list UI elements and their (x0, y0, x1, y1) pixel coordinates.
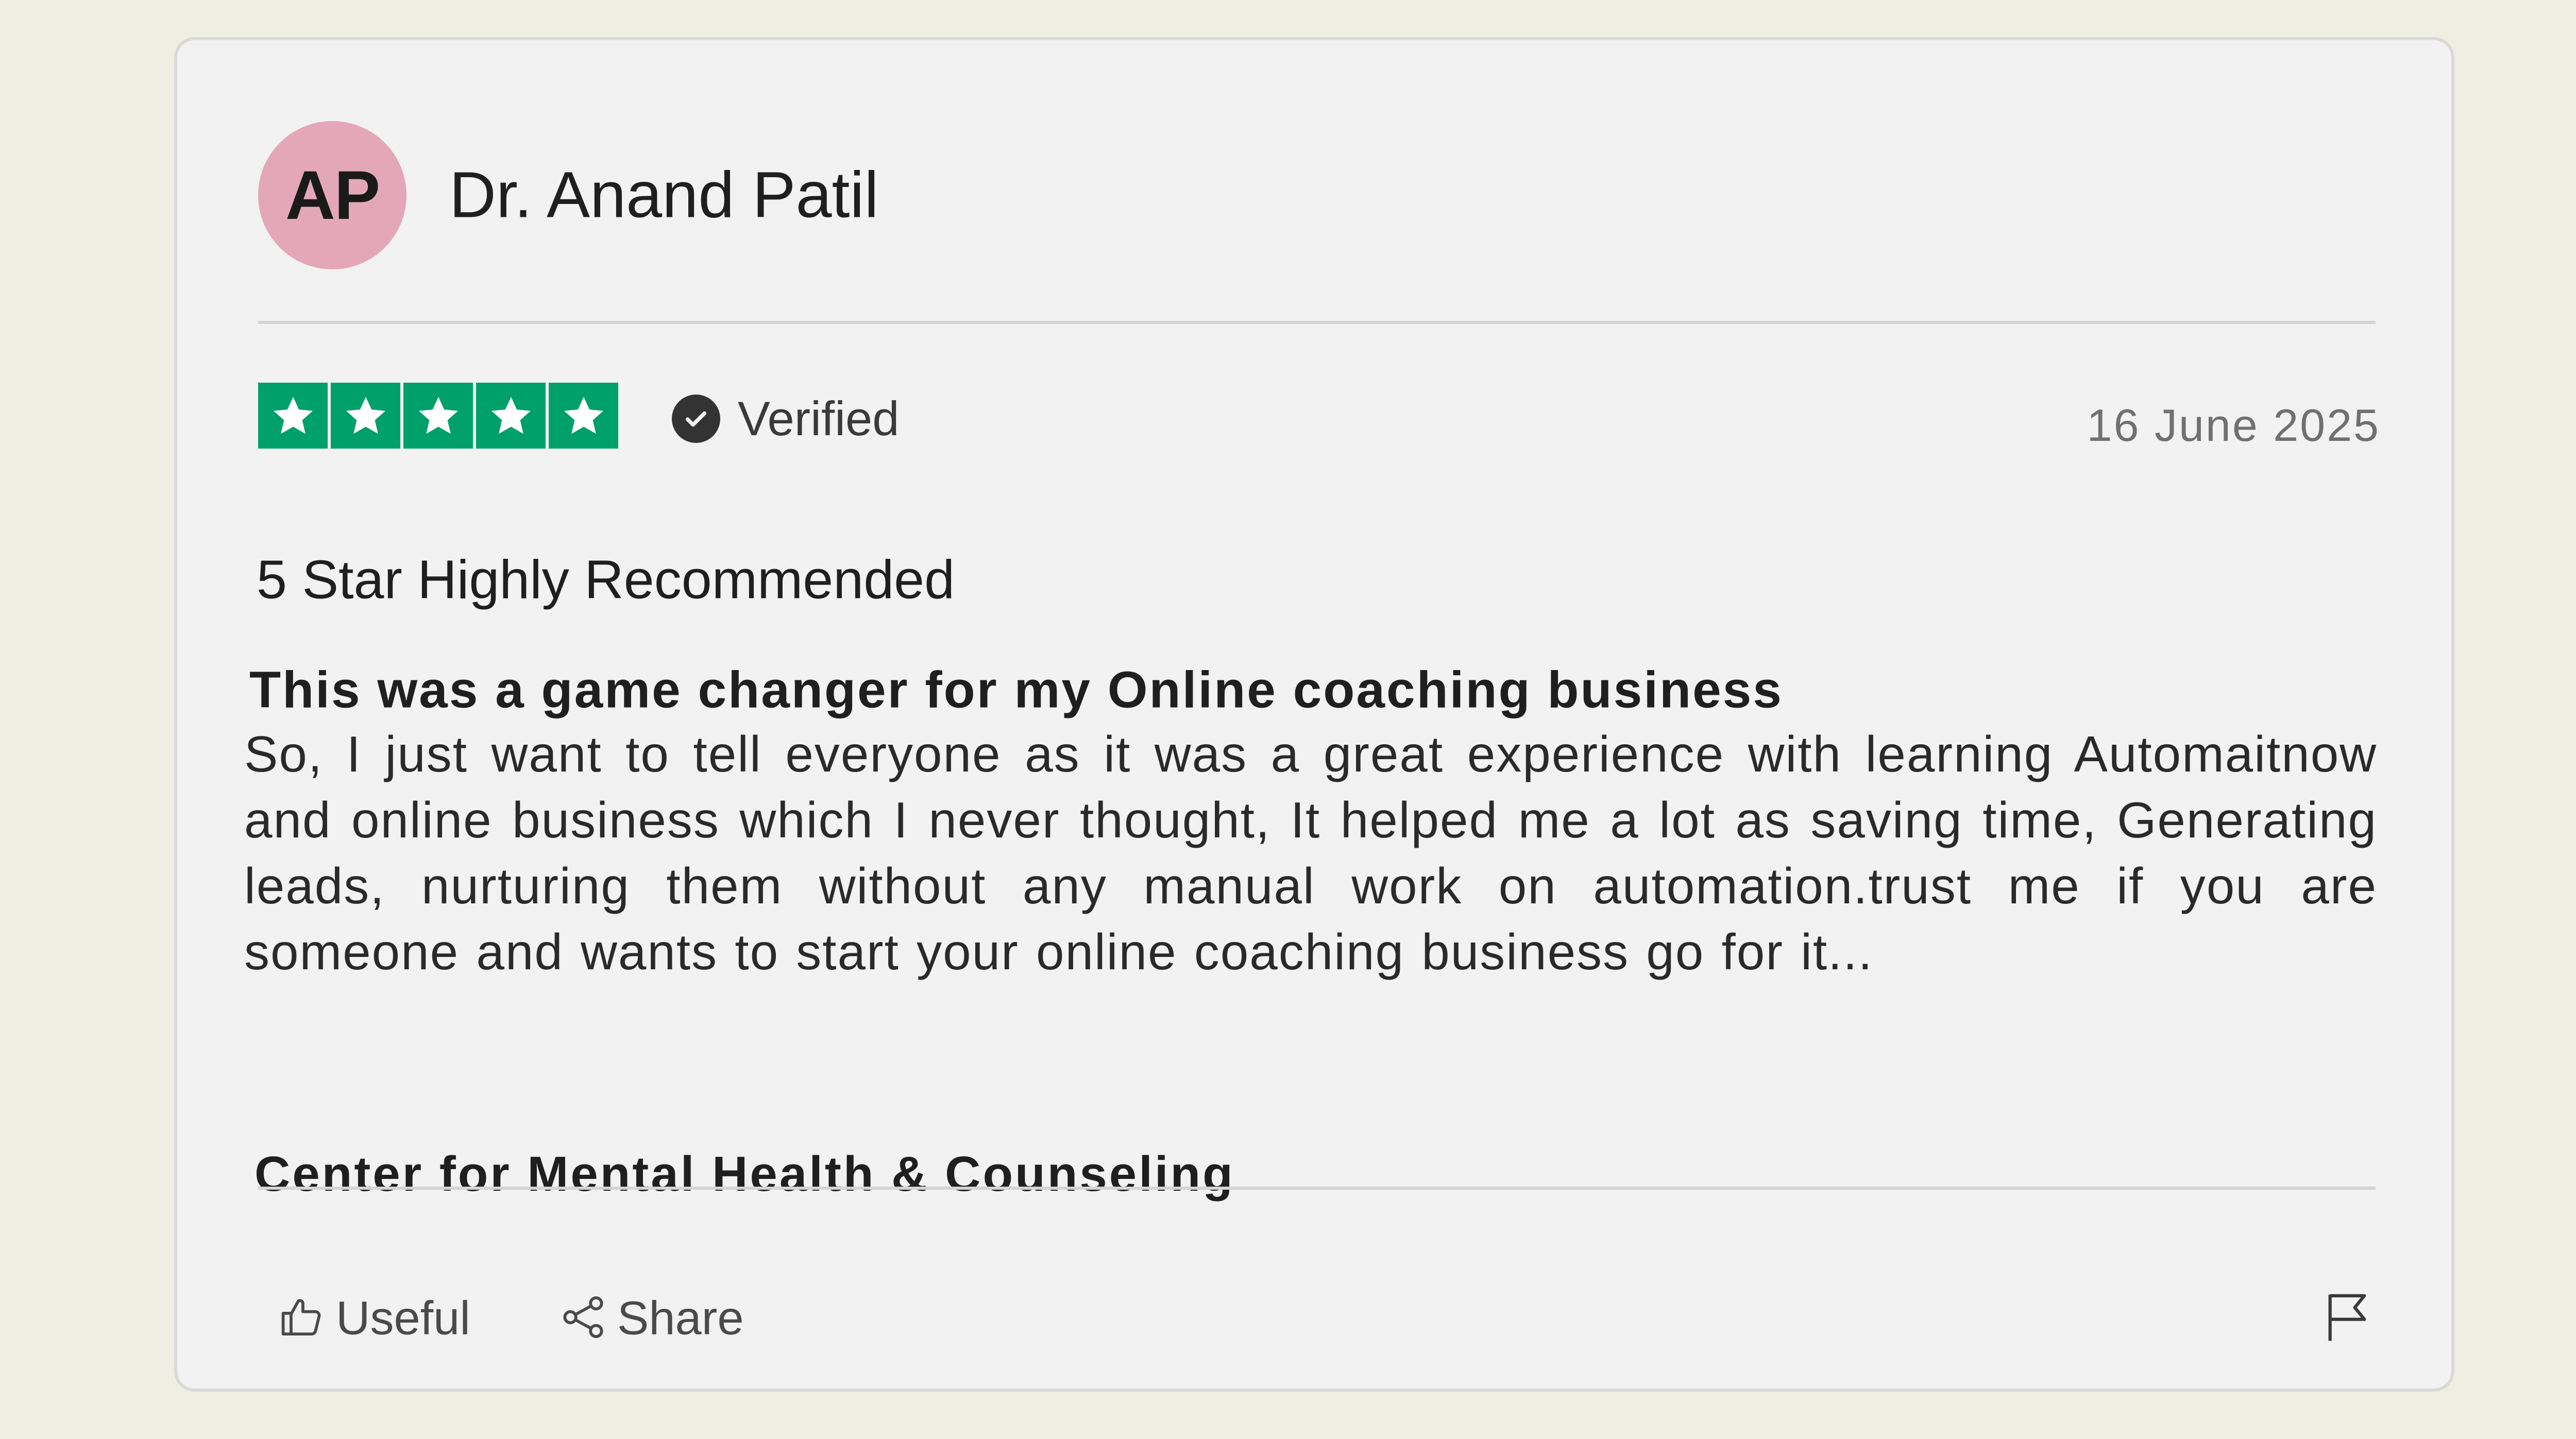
useful-label: Useful (336, 1292, 470, 1345)
share-icon (560, 1294, 607, 1344)
header-divider (258, 321, 2376, 324)
star-icon (476, 383, 546, 449)
verified-label: Verified (738, 391, 900, 446)
avatar: AP (258, 121, 406, 269)
star-icon (258, 383, 328, 449)
share-button[interactable]: Share (560, 1292, 744, 1346)
review-date: 16 June 2025 (2087, 400, 2380, 451)
organization-name: Center for Mental Health & Counseling (255, 1146, 1235, 1202)
share-label: Share (617, 1292, 744, 1345)
review-title: This was a game changer for my Online co… (249, 661, 1783, 719)
star-icon (331, 383, 400, 449)
verified-badge: Verified (672, 391, 900, 447)
check-circle-icon (672, 395, 720, 443)
star-icon (403, 383, 473, 449)
avatar-initials: AP (285, 157, 380, 234)
review-headline: 5 Star Highly Recommended (257, 549, 955, 610)
star-icon (549, 383, 618, 449)
review-body: So, I just want to tell everyone as it w… (244, 726, 2377, 980)
thumbs-up-icon (278, 1294, 326, 1344)
star-rating (258, 383, 618, 449)
footer-divider (258, 1187, 2376, 1190)
useful-button[interactable]: Useful (278, 1292, 470, 1346)
reviewer-name[interactable]: Dr. Anand Patil (449, 158, 879, 232)
review-card: AP Dr. Anand Patil Verified 16 June 2025… (174, 37, 2454, 1392)
flag-icon[interactable] (2321, 1289, 2373, 1349)
